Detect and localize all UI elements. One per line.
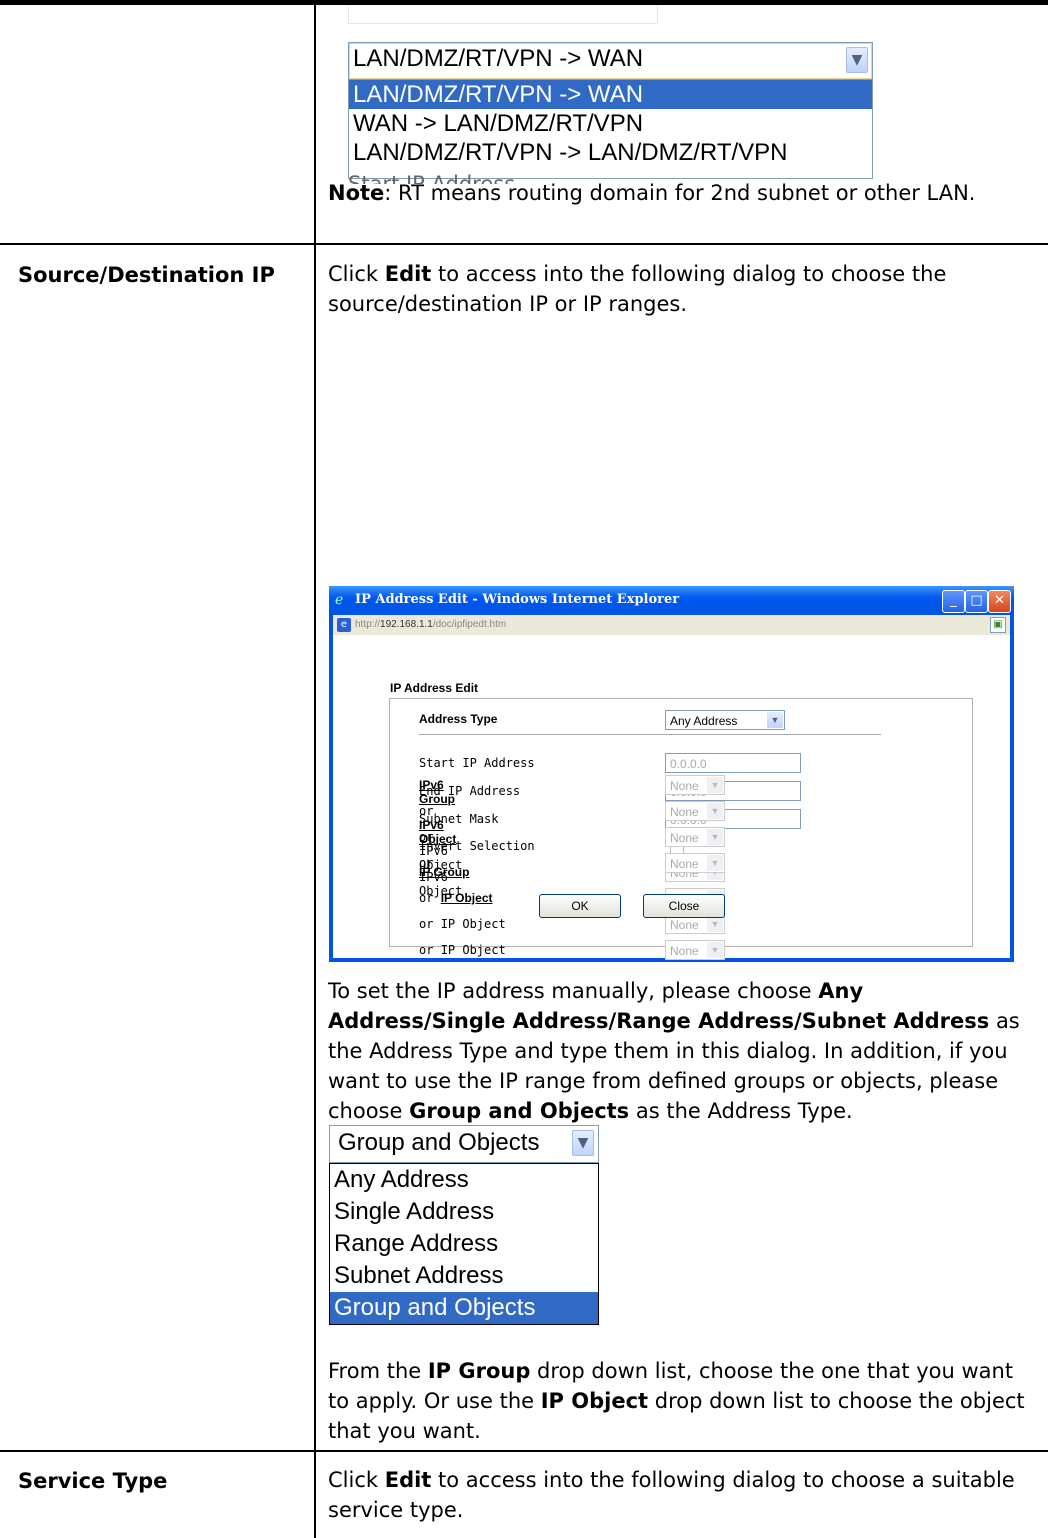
address-type-options-list[interactable]: Any Address Single Address Range Address… — [329, 1163, 599, 1325]
ip-group-keyword: IP Group — [427, 1359, 531, 1383]
chevron-down-icon: ▼ — [707, 855, 723, 871]
address-type-dropdown-select[interactable]: Group and Objects ▼ — [329, 1125, 599, 1163]
text: From the — [328, 1359, 428, 1383]
group-and-objects: Group and Objects — [409, 1099, 630, 1123]
chevron-down-icon: ▼ — [707, 803, 723, 819]
close-button[interactable]: Close — [643, 894, 725, 918]
ipv6-object-select: None ▼ — [665, 801, 725, 821]
direction-option[interactable]: WAN -> LAN/DMZ/RT/VPN — [349, 109, 872, 138]
ok-button[interactable]: OK — [539, 894, 621, 918]
ipv6-group-select: None ▼ — [665, 775, 725, 795]
ipv6-group-link[interactable]: IPv6 Group — [419, 778, 455, 806]
note-text: : RT means routing domain for 2nd subnet… — [384, 181, 976, 205]
address-type-option[interactable]: Group and Objects — [330, 1292, 598, 1324]
ip-object-keyword: IP Object — [540, 1389, 649, 1413]
chevron-down-icon: ▼ — [707, 777, 723, 793]
previous-field-fragment — [348, 5, 658, 24]
direction-dropdown[interactable]: LAN/DMZ/RT/VPN -> WAN ▼ LAN/DMZ/RT/VPN -… — [348, 42, 873, 179]
edit-keyword: Edit — [384, 262, 432, 286]
chevron-down-icon[interactable]: ▼ — [572, 1130, 594, 1156]
direction-option[interactable]: LAN/DMZ/RT/VPN -> WAN — [349, 80, 872, 109]
text: To set the IP address manually, please c… — [328, 979, 819, 1003]
service-type-intro: Click Edit to access into the following … — [328, 1465, 1034, 1525]
ipv6-object-text: IPv6 Object — [419, 870, 463, 898]
row-label-source-destination: Source/Destination IP — [18, 263, 275, 287]
or-prefix: or — [419, 804, 434, 818]
direction-options-list[interactable]: LAN/DMZ/RT/VPN -> WAN WAN -> LAN/DMZ/RT/… — [348, 80, 873, 179]
direction-selected-value: LAN/DMZ/RT/VPN -> WAN — [353, 45, 644, 72]
note-paragraph: Note: RT means routing domain for 2nd su… — [328, 178, 1034, 208]
address-type-option[interactable]: Subnet Address — [330, 1260, 598, 1292]
text: Click — [328, 1468, 385, 1492]
chevron-down-icon[interactable]: ▼ — [846, 47, 868, 73]
direction-select[interactable]: LAN/DMZ/RT/VPN -> WAN ▼ — [348, 42, 873, 80]
row-divider — [0, 243, 1048, 245]
text: as the Address Type. — [629, 1099, 853, 1123]
select-value: None — [670, 831, 699, 845]
address-type-dropdown[interactable]: Group and Objects ▼ Any Address Single A… — [329, 1125, 599, 1325]
ipv6-object-select: None ▼ — [665, 853, 725, 873]
or-prefix: or — [419, 830, 434, 844]
note-label: Note — [328, 181, 385, 205]
address-type-option[interactable]: Any Address — [330, 1164, 598, 1196]
chevron-down-icon: ▼ — [707, 829, 723, 845]
column-divider — [314, 0, 316, 1538]
text: Click — [328, 262, 385, 286]
ipv6-object-label: or IPv6 Object — [419, 856, 462, 898]
address-type-option[interactable]: Single Address — [330, 1196, 598, 1228]
select-value: None — [670, 779, 699, 793]
row-divider — [0, 1450, 1048, 1452]
text: to access into the following dialog to c… — [328, 1468, 1015, 1522]
ipv6-group-label[interactable]: IPv6 Group — [419, 778, 455, 806]
ipv6-object-select: None ▼ — [665, 827, 725, 847]
edit-keyword: Edit — [384, 1468, 432, 1492]
source-destination-intro: Click Edit to access into the following … — [328, 259, 1034, 319]
direction-option[interactable]: LAN/DMZ/RT/VPN -> LAN/DMZ/RT/VPN — [349, 138, 872, 167]
row-label-service-type: Service Type — [18, 1469, 168, 1493]
manual-ip-paragraph: To set the IP address manually, please c… — [328, 976, 1034, 1126]
or-prefix: or — [419, 856, 434, 870]
select-value: None — [670, 805, 699, 819]
select-value: None — [670, 857, 699, 871]
address-type-option[interactable]: Range Address — [330, 1228, 598, 1260]
address-type-dropdown-value: Group and Objects — [338, 1129, 540, 1156]
ip-group-paragraph: From the IP Group drop down list, choose… — [328, 1356, 1034, 1446]
